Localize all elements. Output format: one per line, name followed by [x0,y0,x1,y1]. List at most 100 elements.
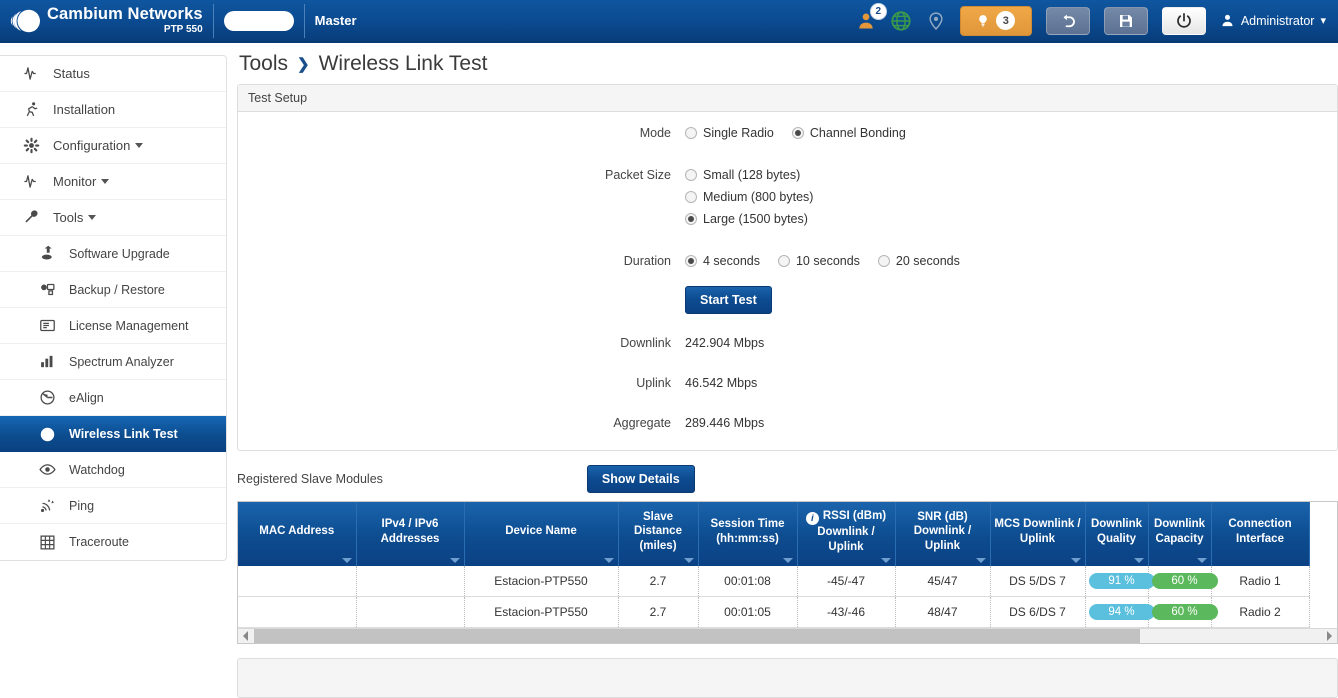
radio-button[interactable] [792,127,804,139]
sidebar-item-tools[interactable]: Tools [0,200,226,236]
brand-logo[interactable]: Cambium Networks PTP 550 [0,6,203,36]
ping-icon [34,497,60,514]
globe-button[interactable] [890,10,912,32]
scrollbar-track[interactable] [254,629,1321,643]
table-row[interactable]: Estacion-PTP5502.700:01:05-43/-4648/47DS… [238,597,1309,628]
undo-button[interactable] [1046,7,1090,35]
sort-caret-icon[interactable] [1071,558,1081,563]
column-header[interactable]: Device Name [464,502,618,566]
column-header[interactable]: iRSSI (dBm) Downlink / Uplink [797,502,895,566]
sidebar-item-traceroute[interactable]: Traceroute [0,524,226,560]
sidebar-item-ping[interactable]: Ping [0,488,226,524]
cell-session-time: 00:01:05 [698,597,797,628]
column-header[interactable]: Connection Interface [1211,502,1309,566]
sidebar-item-software-upgrade[interactable]: Software Upgrade [0,236,226,272]
radio-button[interactable] [685,127,697,139]
breadcrumb-root[interactable]: Tools [239,52,288,76]
account-menu[interactable]: Administrator ▾ [1220,13,1326,28]
radio-button[interactable] [685,213,697,225]
pulse-icon [18,173,44,190]
sort-caret-icon[interactable] [450,558,460,563]
sidebar-item-label: Monitor [53,174,96,189]
location-pin-icon [926,10,946,32]
sidebar-item-installation[interactable]: Installation [0,92,226,128]
sort-caret-icon[interactable] [783,558,793,563]
sort-caret-icon[interactable] [976,558,986,563]
radio-button[interactable] [685,169,697,181]
scroll-right-arrow-icon[interactable] [1321,629,1337,643]
scroll-left-arrow-icon[interactable] [238,629,254,643]
capacity-badge: 60 % [1152,573,1218,589]
sort-caret-icon[interactable] [684,558,694,563]
scrollbar-thumb[interactable] [254,629,1140,643]
cell-device-name[interactable]: Estacion-PTP550 [464,597,618,628]
sidebar-item-spectrum-analyzer[interactable]: Spectrum Analyzer [0,344,226,380]
cell-quality: 91 % [1085,566,1148,597]
chevron-down-icon: ▾ [1320,14,1326,27]
sidebar-item-ealign[interactable]: eAlign [0,380,226,416]
info-icon[interactable]: i [806,512,819,525]
table-row[interactable]: Estacion-PTP5502.700:01:08-45/-4745/47DS… [238,566,1309,597]
radio-button[interactable] [778,255,790,267]
duration-option[interactable]: 10 seconds [778,250,878,272]
sort-caret-icon[interactable] [342,558,352,563]
column-header[interactable]: Session Time (hh:mm:ss) [698,502,797,566]
sidebar-item-watchdog[interactable]: Watchdog [0,452,226,488]
cell-mac [238,597,356,628]
mode-radio-group[interactable]: Single RadioChannel Bonding [685,122,924,144]
location-button[interactable] [926,10,946,32]
duration-option[interactable]: 20 seconds [878,250,978,272]
radio-button[interactable] [685,191,697,203]
cell-ip [356,566,464,597]
radio-button[interactable] [878,255,890,267]
duration-option[interactable]: 4 seconds [685,250,778,272]
sidebar-item-wireless-link-test[interactable]: Wireless Link Test [0,416,226,452]
packet_size-option[interactable]: Large (1500 bytes) [685,208,831,230]
sidebar-item-configuration[interactable]: Configuration [0,128,226,164]
sidebar-item-monitor[interactable]: Monitor [0,164,226,200]
sidebar-item-label: eAlign [69,391,104,405]
device-name-field[interactable] [224,11,294,31]
eye-icon [34,461,60,478]
mode-option[interactable]: Single Radio [685,122,792,144]
upload-icon [34,245,60,262]
sidebar-item-label: Status [53,66,90,81]
show-details-button[interactable]: Show Details [587,465,695,493]
cell-device-name[interactable]: Estacion-PTP550 [464,566,618,597]
column-header[interactable]: Slave Distance (miles) [618,502,698,566]
packet_size-option[interactable]: Medium (800 bytes) [685,186,831,208]
save-button[interactable] [1104,7,1148,35]
slave-modules-table: MAC AddressIPv4 / IPv6 AddressesDevice N… [238,502,1309,628]
cell-mac [238,566,356,597]
runner-icon [23,101,40,118]
hints-button[interactable]: 3 [960,6,1032,36]
mode-option[interactable]: Channel Bonding [792,122,924,144]
packet_size-option[interactable]: Small (128 bytes) [685,164,831,186]
table-body: Estacion-PTP5502.700:01:08-45/-4745/47DS… [238,566,1309,628]
sidebar-item-backup-restore[interactable]: Backup / Restore [0,272,226,308]
result-value: 289.446 Mbps [685,416,764,430]
packet-size-radio-group[interactable]: Small (128 bytes)Medium (800 bytes)Large… [685,164,831,230]
sidebar-item-license-management[interactable]: License Management [0,308,226,344]
radio-button[interactable] [685,255,697,267]
sidebar-item-label: Installation [53,102,115,117]
start-test-row: Start Test [238,286,1337,314]
column-header[interactable]: IPv4 / IPv6 Addresses [356,502,464,566]
column-header[interactable]: Downlink Capacity [1148,502,1211,566]
column-header[interactable]: MAC Address [238,502,356,566]
column-header[interactable]: MCS Downlink / Uplink [990,502,1085,566]
column-header[interactable]: SNR (dB) Downlink / Uplink [895,502,990,566]
sort-caret-icon[interactable] [1197,558,1207,563]
result-value: 242.904 Mbps [685,336,764,350]
cambium-logo-icon [10,6,40,36]
user-sessions-button[interactable]: 2 [856,11,876,31]
column-header[interactable]: Downlink Quality [1085,502,1148,566]
sort-caret-icon[interactable] [881,558,891,563]
sort-caret-icon[interactable] [1134,558,1144,563]
power-button[interactable] [1162,7,1206,35]
sort-caret-icon[interactable] [604,558,614,563]
duration-radio-group[interactable]: 4 seconds10 seconds20 seconds [685,250,978,272]
sidebar-item-status[interactable]: Status [0,56,226,92]
start-test-button[interactable]: Start Test [685,286,772,314]
table-horizontal-scrollbar[interactable] [237,628,1338,644]
